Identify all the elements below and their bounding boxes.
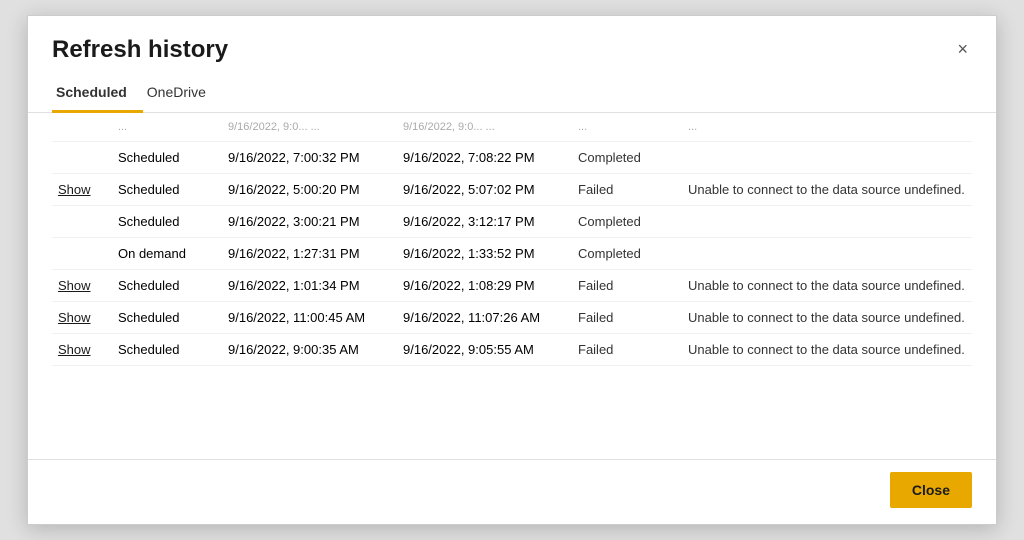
show-link: Show	[58, 342, 91, 357]
status-cell: Failed	[572, 334, 682, 366]
show-cell	[52, 142, 112, 174]
end-cell: 9/16/2022, 9:05:55 AM	[397, 334, 572, 366]
type-cell: Scheduled	[112, 334, 222, 366]
show-cell[interactable]: Show	[52, 334, 112, 366]
start-cell: 9/16/2022, 9:00:35 AM	[222, 334, 397, 366]
show-cell	[52, 238, 112, 270]
type-cell: Scheduled	[112, 142, 222, 174]
refresh-history-dialog: Refresh history × Scheduled OneDrive ...…	[27, 15, 997, 525]
close-icon[interactable]: ×	[953, 36, 972, 62]
table-row: Scheduled 9/16/2022, 3:00:21 PM 9/16/202…	[52, 206, 972, 238]
type-cell: Scheduled	[112, 174, 222, 206]
table-row: ... 9/16/2022, 9:0... ... 9/16/2022, 9:0…	[52, 113, 972, 142]
table-row: Scheduled 9/16/2022, 7:00:32 PM 9/16/202…	[52, 142, 972, 174]
end-cell: 9/16/2022, 3:12:17 PM	[397, 206, 572, 238]
error-cell	[682, 142, 972, 174]
show-cell	[52, 206, 112, 238]
history-table: ... 9/16/2022, 9:0... ... 9/16/2022, 9:0…	[52, 113, 972, 366]
show-link: Show	[58, 182, 91, 197]
status-cell: Failed	[572, 270, 682, 302]
tab-scheduled[interactable]: Scheduled	[52, 76, 143, 113]
end-cell: 9/16/2022, 5:07:02 PM	[397, 174, 572, 206]
error-cell	[682, 238, 972, 270]
start-cell: 9/16/2022, 5:00:20 PM	[222, 174, 397, 206]
end-cell: 9/16/2022, 1:08:29 PM	[397, 270, 572, 302]
start-cell: 9/16/2022, 11:00:45 AM	[222, 302, 397, 334]
tab-bar: Scheduled OneDrive	[28, 64, 996, 113]
type-cell: Scheduled	[112, 206, 222, 238]
error-cell: Unable to connect to the data source und…	[682, 302, 972, 334]
tab-onedrive[interactable]: OneDrive	[143, 76, 222, 113]
start-cell: 9/16/2022, 9:0... ...	[222, 113, 397, 142]
dialog-title: Refresh history	[52, 36, 228, 64]
table-row: Show Scheduled 9/16/2022, 9:00:35 AM 9/1…	[52, 334, 972, 366]
status-cell: Completed	[572, 206, 682, 238]
table-row: On demand 9/16/2022, 1:27:31 PM 9/16/202…	[52, 238, 972, 270]
type-cell: On demand	[112, 238, 222, 270]
table-row: Show Scheduled 9/16/2022, 5:00:20 PM 9/1…	[52, 174, 972, 206]
table-row: Show Scheduled 9/16/2022, 11:00:45 AM 9/…	[52, 302, 972, 334]
status-cell: Failed	[572, 174, 682, 206]
status-cell: Failed	[572, 302, 682, 334]
status-cell: ...	[572, 113, 682, 142]
status-cell: Completed	[572, 238, 682, 270]
show-link: Show	[58, 310, 91, 325]
type-cell: Scheduled	[112, 302, 222, 334]
type-cell: ...	[112, 113, 222, 142]
start-cell: 9/16/2022, 1:01:34 PM	[222, 270, 397, 302]
start-cell: 9/16/2022, 1:27:31 PM	[222, 238, 397, 270]
show-cell[interactable]: Show	[52, 174, 112, 206]
error-cell: ...	[682, 113, 972, 142]
start-cell: 9/16/2022, 3:00:21 PM	[222, 206, 397, 238]
show-cell[interactable]: Show	[52, 270, 112, 302]
end-cell: 9/16/2022, 1:33:52 PM	[397, 238, 572, 270]
show-link: Show	[58, 278, 91, 293]
show-cell	[52, 113, 112, 142]
end-cell: 9/16/2022, 9:0... ...	[397, 113, 572, 142]
show-cell[interactable]: Show	[52, 302, 112, 334]
end-cell: 9/16/2022, 7:08:22 PM	[397, 142, 572, 174]
start-cell: 9/16/2022, 7:00:32 PM	[222, 142, 397, 174]
error-cell: Unable to connect to the data source und…	[682, 270, 972, 302]
dialog-header: Refresh history ×	[28, 16, 996, 64]
error-cell	[682, 206, 972, 238]
end-cell: 9/16/2022, 11:07:26 AM	[397, 302, 572, 334]
history-content: ... 9/16/2022, 9:0... ... 9/16/2022, 9:0…	[28, 113, 996, 459]
dialog-footer: Close	[28, 459, 996, 524]
type-cell: Scheduled	[112, 270, 222, 302]
error-cell: Unable to connect to the data source und…	[682, 174, 972, 206]
error-cell: Unable to connect to the data source und…	[682, 334, 972, 366]
table-row: Show Scheduled 9/16/2022, 1:01:34 PM 9/1…	[52, 270, 972, 302]
close-button[interactable]: Close	[890, 472, 972, 508]
status-cell: Completed	[572, 142, 682, 174]
